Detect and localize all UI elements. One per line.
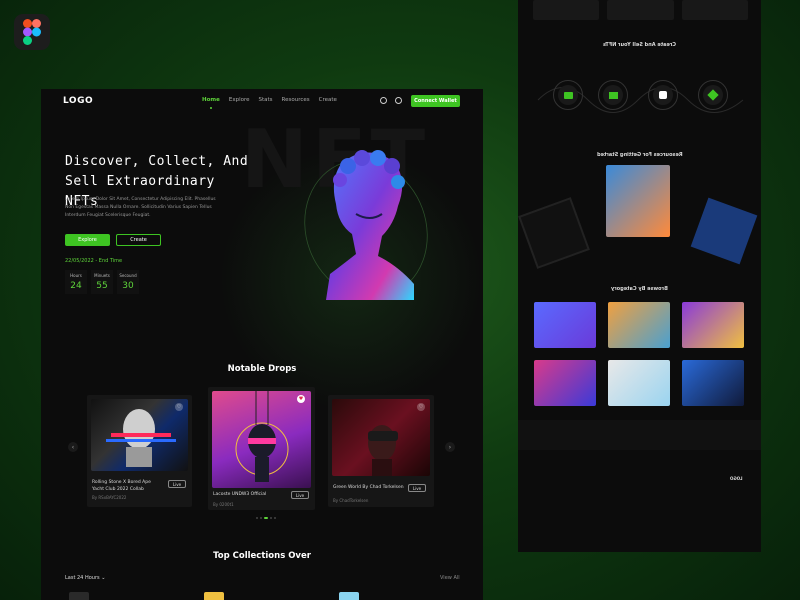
drop-card[interactable]: ♡ Rolling Stone X Bored Ape Yacht Club 2… [87,395,192,507]
nav-link-home[interactable]: Home [202,97,220,103]
create-sell-title: Create And Sell Your NFTs [518,42,761,48]
live-button[interactable]: Live [291,491,309,499]
full-page-preview: Create And Sell Your NFTs Resources For … [518,0,761,552]
drop-card[interactable]: ♥ Lacoste UNDW3 Official By 0200t1 Live [208,387,315,510]
step-sale [698,80,728,110]
resources-title: Resources For Getting Started [518,152,761,158]
wallet-icon [558,85,578,105]
step-collection [598,80,628,110]
create-button[interactable]: Create [116,234,161,246]
figma-icon [14,14,50,50]
countdown-value: 24 [70,281,82,291]
collection-row[interactable] [339,592,459,600]
live-button[interactable]: Live [168,480,186,488]
stats-strip [533,0,748,20]
carousel-dot[interactable] [274,517,276,519]
drop-author: By ChadTorkelsen [333,498,369,503]
countdown: Hours 24 Minuets 55 Secound 30 [65,270,139,294]
resources-text: Resources For Getting Started [596,152,683,158]
countdown-label: Secound [119,273,137,278]
heart-icon[interactable]: ♡ [417,403,425,411]
drop-title: Lacoste UNDW3 Official [213,492,267,497]
drop-author: By RSxBAYC2022 [92,495,127,500]
search-icon[interactable] [380,97,387,104]
drop-image [212,391,311,488]
drop-title: Rolling Stone X Bored Ape Yacht Club 202… [92,480,151,492]
connect-wallet-button[interactable]: Connect Wallet [411,95,460,107]
browse-title: Browse By Category [518,286,761,292]
statue-bust-image [304,150,428,300]
top-collections-title: Top Collections Over [213,551,311,561]
explore-button[interactable]: Explore [65,234,110,246]
carousel-dot[interactable] [260,517,262,519]
browse-text: Browse By Category [611,286,668,292]
end-time: 22/05/2022 - End Time [65,258,123,264]
collection-thumbnail [204,592,224,600]
drop-image [332,399,430,476]
step-add-nft [648,80,678,110]
collection-row[interactable] [204,592,324,600]
image-icon [603,85,623,105]
resource-card-nft[interactable] [518,197,590,269]
category-card[interactable] [608,360,670,406]
shapes-icon [653,85,673,105]
drop-card[interactable]: ♡ Green World By Chad Torkelsen By ChadT… [328,395,434,507]
carousel-dots [256,517,276,519]
category-card[interactable] [534,302,596,348]
countdown-value: 30 [122,281,134,291]
countdown-hours: Hours 24 [65,270,87,294]
countdown-seconds: Secound 30 [117,270,139,294]
countdown-value: 55 [96,281,108,291]
drop-image [91,399,188,471]
hero-description: Lorem Ipsum Dolor Sit Amet, Consectetur … [65,197,216,218]
stat-block [681,0,748,20]
resource-card-fox[interactable] [690,197,758,265]
stat-block [607,0,674,20]
live-button[interactable]: Live [408,484,426,492]
notable-drops-title: Notable Drops [227,364,297,374]
time-filter-dropdown[interactable]: Last 24 Hours ⌄ [65,575,105,581]
footer-logo-text: LOGO [730,476,743,481]
nav-link-resources[interactable]: Resources [282,97,310,103]
nav-link-create[interactable]: Create [319,97,337,103]
active-indicator [210,107,212,109]
drop-author: By 0200t1 [213,502,234,507]
carousel-dot-active[interactable] [264,517,268,519]
carousel-dot[interactable] [270,517,272,519]
chevron-left-icon[interactable]: ‹ [68,442,78,452]
chevron-right-icon[interactable]: › [445,442,455,452]
view-all-link[interactable]: View All [440,575,460,581]
tag-icon [703,85,723,105]
heart-icon[interactable]: ♥ [297,395,305,403]
time-filter-label: Last 24 Hours [65,575,100,581]
resource-card-metamask[interactable] [606,165,670,237]
countdown-minutes: Minuets 55 [91,270,113,294]
nav-link-explore[interactable]: Explore [229,97,250,103]
footer-logo: LOGO [730,476,743,481]
create-sell-text: Create And Sell Your NFTs [602,42,677,48]
landing-page-preview: NFT LOGO Home Explore Stats Resources Cr… [41,89,483,600]
category-card[interactable] [682,302,744,348]
heart-icon[interactable]: ♡ [175,403,183,411]
nav-link-stats[interactable]: Stats [258,97,272,103]
category-card[interactable] [682,360,744,406]
nav-links: Home Explore Stats Resources Create [202,97,337,103]
category-card[interactable] [608,302,670,348]
top-nav: LOGO Home Explore Stats Resources Create… [41,89,483,113]
drop-title: Green World By Chad Torkelsen [333,485,404,490]
collection-row[interactable] [69,592,189,600]
stat-block [533,0,600,20]
collection-thumbnail [69,592,89,600]
countdown-label: Minuets [94,273,110,278]
collection-thumbnail [339,592,359,600]
user-icon[interactable] [395,97,402,104]
logo[interactable]: LOGO [63,96,93,106]
countdown-label: Hours [70,273,82,278]
category-card[interactable] [534,360,596,406]
chevron-down-icon: ⌄ [101,575,106,581]
step-wallet [553,80,583,110]
partner-logos-strip [518,420,761,450]
carousel-dot[interactable] [256,517,258,519]
